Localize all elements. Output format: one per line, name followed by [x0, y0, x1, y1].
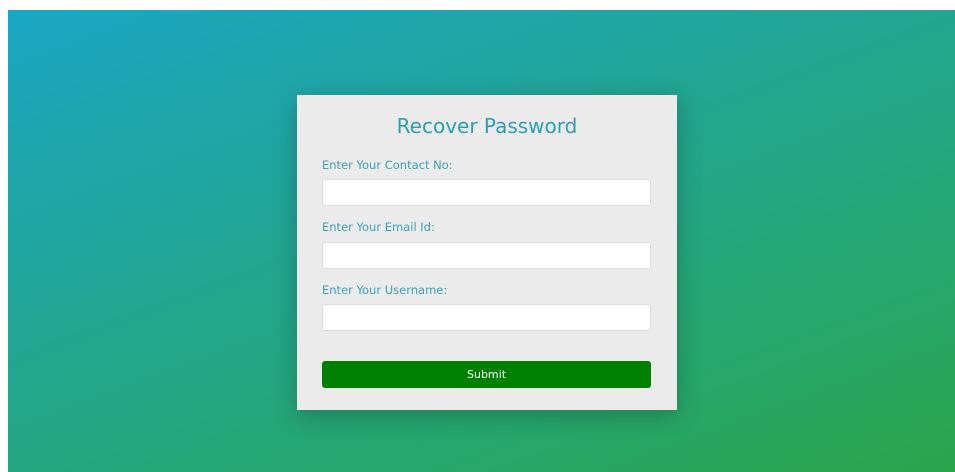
username-input[interactable] — [322, 304, 651, 331]
username-label: Enter Your Username: — [322, 283, 448, 297]
submit-button[interactable]: Submit — [322, 361, 651, 388]
recover-password-card: Recover Password Enter Your Contact No: … — [297, 95, 677, 410]
contact-no-input[interactable] — [322, 179, 651, 206]
email-id-label: Enter Your Email Id: — [322, 220, 435, 234]
contact-no-label: Enter Your Contact No: — [322, 158, 453, 172]
email-id-input[interactable] — [322, 242, 651, 269]
form-title: Recover Password — [396, 114, 578, 138]
page-background: Recover Password Enter Your Contact No: … — [8, 10, 955, 472]
